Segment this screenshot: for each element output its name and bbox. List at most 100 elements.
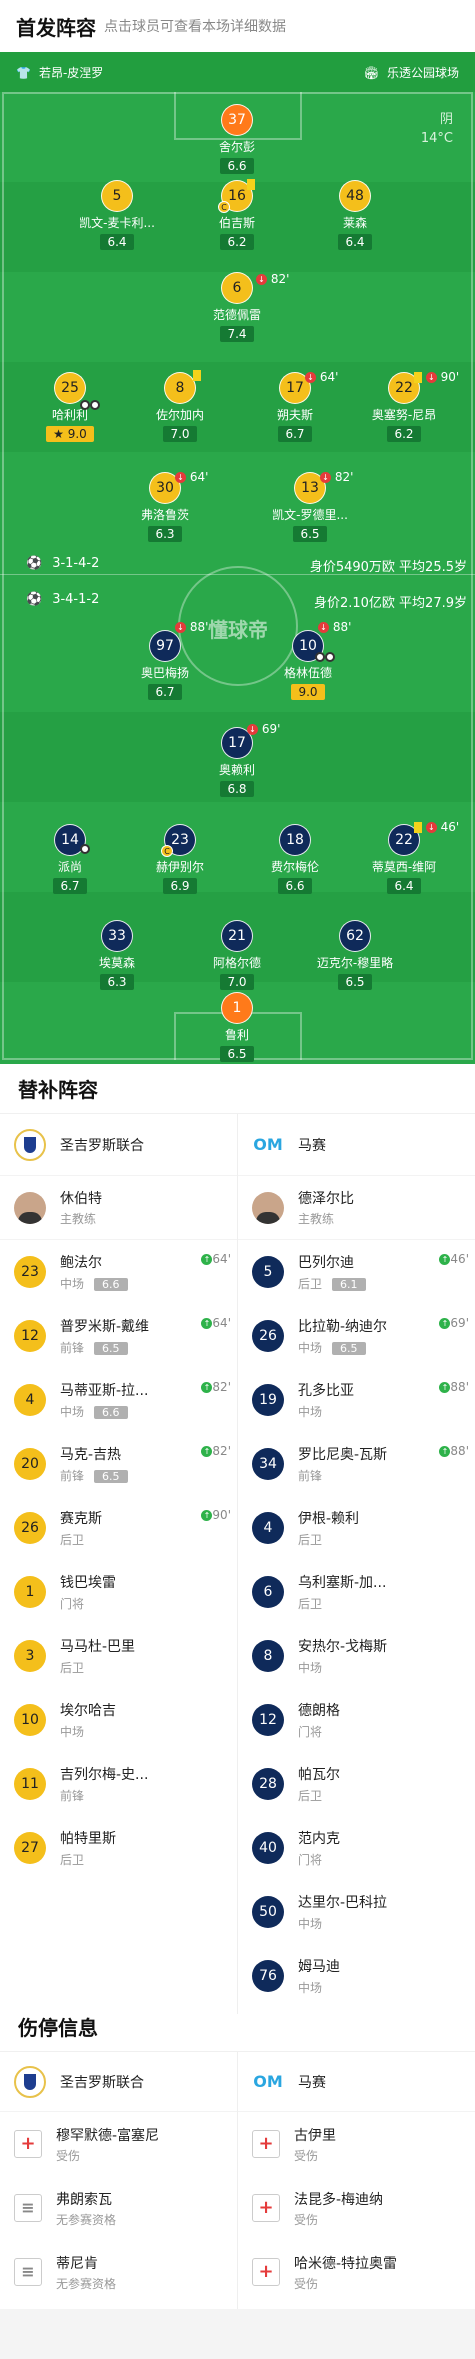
player-name: 帕特里斯 [60,1831,116,1847]
player-rating: 6.4 [100,234,134,250]
sub-player-row[interactable]: 76 姆马迪 中场 [238,1944,475,2008]
away-team-name: 马赛 [298,1137,326,1154]
injury-row[interactable]: 弗朗索瓦无参赛资格 [0,2176,237,2240]
player-rating: 6.5 [220,1046,254,1062]
away-coach[interactable]: 德泽尔比 主教练 [238,1176,475,1240]
home-team-row[interactable]: 圣吉罗斯联合 [0,2052,237,2112]
goal-icons [315,646,335,665]
home-stats: 身价5490万欧 平均25.5岁 [309,560,467,575]
player-name: 范德佩雷 [212,308,261,322]
player-away-8[interactable]: 33 埃莫森 6.3 [57,920,177,990]
sub-out-icon: ↓ [305,372,316,383]
player-name: 比拉勒-纳迪尔 [298,1319,388,1335]
injury-row[interactable]: 穆罕默德-富塞尼受伤 [0,2112,237,2176]
sub-out-event: ↓ 82' [320,470,353,484]
sub-player-row[interactable]: 20 马克-吉热 前锋 6.5 ↑ 82' [0,1432,237,1496]
player-home-1[interactable]: 37 舍尔彭 6.6 [177,104,297,174]
player-away-10[interactable]: 62 迈克尔-穆里略 6.5 [295,920,415,990]
sub-player-row[interactable]: 26 赛克斯 后卫 ↑ 90' [0,1496,237,1560]
sub-out-event: ↓ 88' [175,620,208,634]
player-name: 马克-吉热 [60,1447,122,1463]
away-injuries-list: 古伊里受伤法昆多-梅迪纳受伤哈米德-特拉奥雷受伤 [238,2112,475,2304]
sub-player-row[interactable]: 27 帕特里斯 后卫 [0,1816,237,1880]
player-name: 弗洛鲁茨 [140,508,189,522]
away-team-row[interactable]: OM 马赛 [238,1114,475,1176]
sub-in-event: ↑ 82' [201,1444,231,1458]
player-home-6[interactable]: 25 哈利利 ★ 9.0 [10,372,130,442]
sub-player-row[interactable]: 23 鲍法尔 中场 6.6 ↑ 64' [0,1240,237,1304]
away-team-row[interactable]: OM 马赛 [238,2052,475,2112]
sub-player-row[interactable]: 19 孔多比亚 中场 ↑ 88' [238,1368,475,1432]
home-coach[interactable]: 休伯特 主教练 [0,1176,237,1240]
injuries-title: 伤停信息 [0,2002,475,2052]
injury-row[interactable]: 哈米德-特拉奥雷受伤 [238,2240,475,2304]
event-minute: 82' [270,272,290,286]
player-number: 6 [252,1576,284,1608]
player-name: 蒂莫西-维阿 [371,860,437,874]
sub-player-row[interactable]: 28 帕瓦尔 后卫 [238,1752,475,1816]
player-away-5[interactable]: 23 C 赫伊别尔 6.9 [120,824,240,894]
player-away-9[interactable]: 21 阿格尔德 7.0 [177,920,297,990]
sub-player-row[interactable]: 12 德朗格 门将 [238,1688,475,1752]
player-home-4[interactable]: 48 莱森 6.4 [295,180,415,250]
player-away-11[interactable]: 1 鲁利 6.5 [177,992,297,1062]
sub-out-event: ↓ 82' [256,272,289,286]
sub-in-icon: ↑ [439,1254,451,1265]
player-rating: 6.5 [94,1342,128,1355]
event-minute: 82' [212,1444,231,1458]
sub-player-row[interactable]: 8 安热尔-戈梅斯 中场 [238,1624,475,1688]
player-position: 中场 [298,1917,323,1931]
player-number: 5 [101,180,133,212]
sub-player-row[interactable]: 4 马蒂亚斯-拉... 中场 6.6 ↑ 82' [0,1368,237,1432]
player-number: 23 C [161,824,196,857]
sub-in-icon: ↑ [439,1318,451,1329]
player-number: 4 [14,1384,46,1416]
event-minute: 64' [212,1252,231,1266]
sub-player-row[interactable]: 10 埃尔哈吉 中场 [0,1688,237,1752]
player-number: 12 [252,1704,284,1736]
player-home-3[interactable]: 16 C 伯吉斯 6.2 [177,180,297,250]
sub-player-row[interactable]: 6 乌利塞斯-加... 后卫 [238,1560,475,1624]
player-away-2[interactable]: 10 格林伍德 9.0 [248,630,368,700]
sub-player-row[interactable]: 50 达里尔-巴科拉 中场 [238,1880,475,1944]
player-away-6[interactable]: 18 费尔梅伦 6.6 [235,824,355,894]
player-number: 12 [14,1320,46,1352]
medical-kit-icon [252,2258,280,2286]
sub-player-row[interactable]: 40 范内克 门将 [238,1816,475,1880]
player-home-7[interactable]: 8 佐尔加内 7.0 [120,372,240,442]
coach-avatar [252,1191,284,1224]
sub-player-row[interactable]: 5 巴列尔迪 后卫 6.1 ↑ 46' [238,1240,475,1304]
player-name: 伯吉斯 [218,216,255,230]
sub-player-row[interactable]: 26 比拉勒-纳迪尔 中场 6.5 ↑ 69' [238,1304,475,1368]
player-away-4[interactable]: 14 派尚 6.7 [10,824,130,894]
player-name: 乌利塞斯-加... [298,1575,387,1591]
sub-player-row[interactable]: 4 伊根-赖利 后卫 [238,1496,475,1560]
player-home-2[interactable]: 5 凯文-麦卡利... 6.4 [57,180,177,250]
away-team-name: 马赛 [298,2074,326,2091]
player-name: 佐尔加内 [155,408,204,422]
medical-kit-icon [252,2130,280,2158]
injury-row[interactable]: 蒂尼肯无参赛资格 [0,2240,237,2304]
yellow-card-icon [414,372,422,383]
injury-row[interactable]: 法昆多-梅迪纳受伤 [238,2176,475,2240]
sub-player-row[interactable]: 3 马马杜-巴里 后卫 [0,1624,237,1688]
player-rating: 7.0 [163,426,197,442]
sub-player-row[interactable]: 1 钱巴埃雷 门将 [0,1560,237,1624]
player-name: 朔夫斯 [276,408,313,422]
injury-row[interactable]: 古伊里受伤 [238,2112,475,2176]
sub-player-row[interactable]: 34 罗比尼奥-瓦斯 前锋 ↑ 88' [238,1432,475,1496]
player-position-line: 前锋 6.5 [60,1339,149,1356]
player-away-7[interactable]: 22 蒂莫西-维阿 6.4 [344,824,464,894]
player-away-3[interactable]: 17 奥赖利 6.8 [177,727,297,797]
home-team-row[interactable]: 圣吉罗斯联合 [0,1114,237,1176]
player-away-1[interactable]: 97 奥巴梅扬 6.7 [105,630,225,700]
player-number-text: 16 [228,188,246,204]
medical-kit-icon [14,2130,42,2158]
sub-in-icon: ↑ [201,1318,213,1329]
player-position: 前锋 [298,1469,323,1483]
coach-role: 主教练 [298,1212,335,1226]
home-team-name: 圣吉罗斯联合 [60,1137,144,1154]
sub-player-row[interactable]: 12 普罗米斯-戴维 前锋 6.5 ↑ 64' [0,1304,237,1368]
sub-player-row[interactable]: 11 吉列尔梅-史... 前锋 [0,1752,237,1816]
player-rating: 6.3 [100,974,134,990]
